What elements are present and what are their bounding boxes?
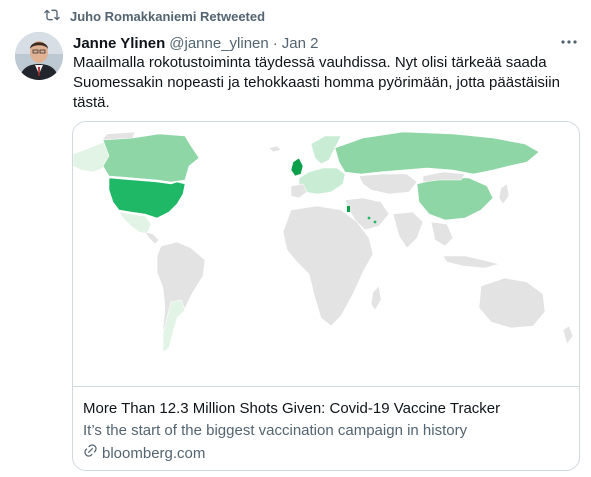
map-uk (290, 157, 304, 177)
card-image-vaccine-map (73, 122, 579, 386)
retweet-icon (44, 7, 60, 26)
retweeter-label: Juho Romakkaniemi Retweeted (70, 8, 266, 24)
card-meta: More Than 12.3 Million Shots Given: Covi… (73, 386, 579, 470)
more-options-icon[interactable] (559, 33, 579, 51)
author-name[interactable]: Janne Ylinen (73, 35, 165, 52)
map-central-america (144, 231, 160, 245)
map-bahrain (367, 216, 371, 220)
map-canada (102, 133, 200, 183)
map-india (392, 211, 424, 249)
avatar[interactable] (15, 32, 63, 80)
link-card[interactable]: More Than 12.3 Million Shots Given: Covi… (72, 121, 580, 471)
header-separator: · (272, 34, 278, 52)
link-icon (83, 443, 98, 464)
map-se-asia (430, 221, 454, 247)
map-central-asia (358, 173, 418, 195)
map-mexico (118, 211, 152, 235)
map-iceland (268, 145, 282, 153)
map-australia (478, 277, 546, 329)
card-description: It’s the start of the biggest vaccinatio… (83, 422, 468, 439)
map-uae (373, 220, 377, 224)
card-domain: bloomberg.com (83, 443, 569, 464)
author-handle[interactable]: @janne_ylinen (169, 35, 268, 52)
map-new-zealand (562, 325, 574, 345)
map-russia (334, 131, 540, 175)
tweet-header: Janne Ylinen @janne_ylinen · Jan 2 (73, 33, 577, 53)
map-south-america (156, 241, 206, 343)
map-madagascar (370, 285, 382, 311)
map-indonesia (442, 255, 501, 269)
tweet-date[interactable]: Jan 2 (282, 35, 319, 52)
map-israel (347, 206, 350, 212)
retweet-indicator[interactable]: Juho Romakkaniemi Retweeted (44, 6, 265, 26)
map-china (416, 177, 494, 221)
map-japan (498, 183, 510, 205)
tweet-text: Maailmalla rokotustoiminta täydessä vauh… (73, 54, 560, 111)
card-domain-label: bloomberg.com (102, 444, 206, 462)
card-title: More Than 12.3 Million Shots Given: Covi… (83, 400, 501, 417)
